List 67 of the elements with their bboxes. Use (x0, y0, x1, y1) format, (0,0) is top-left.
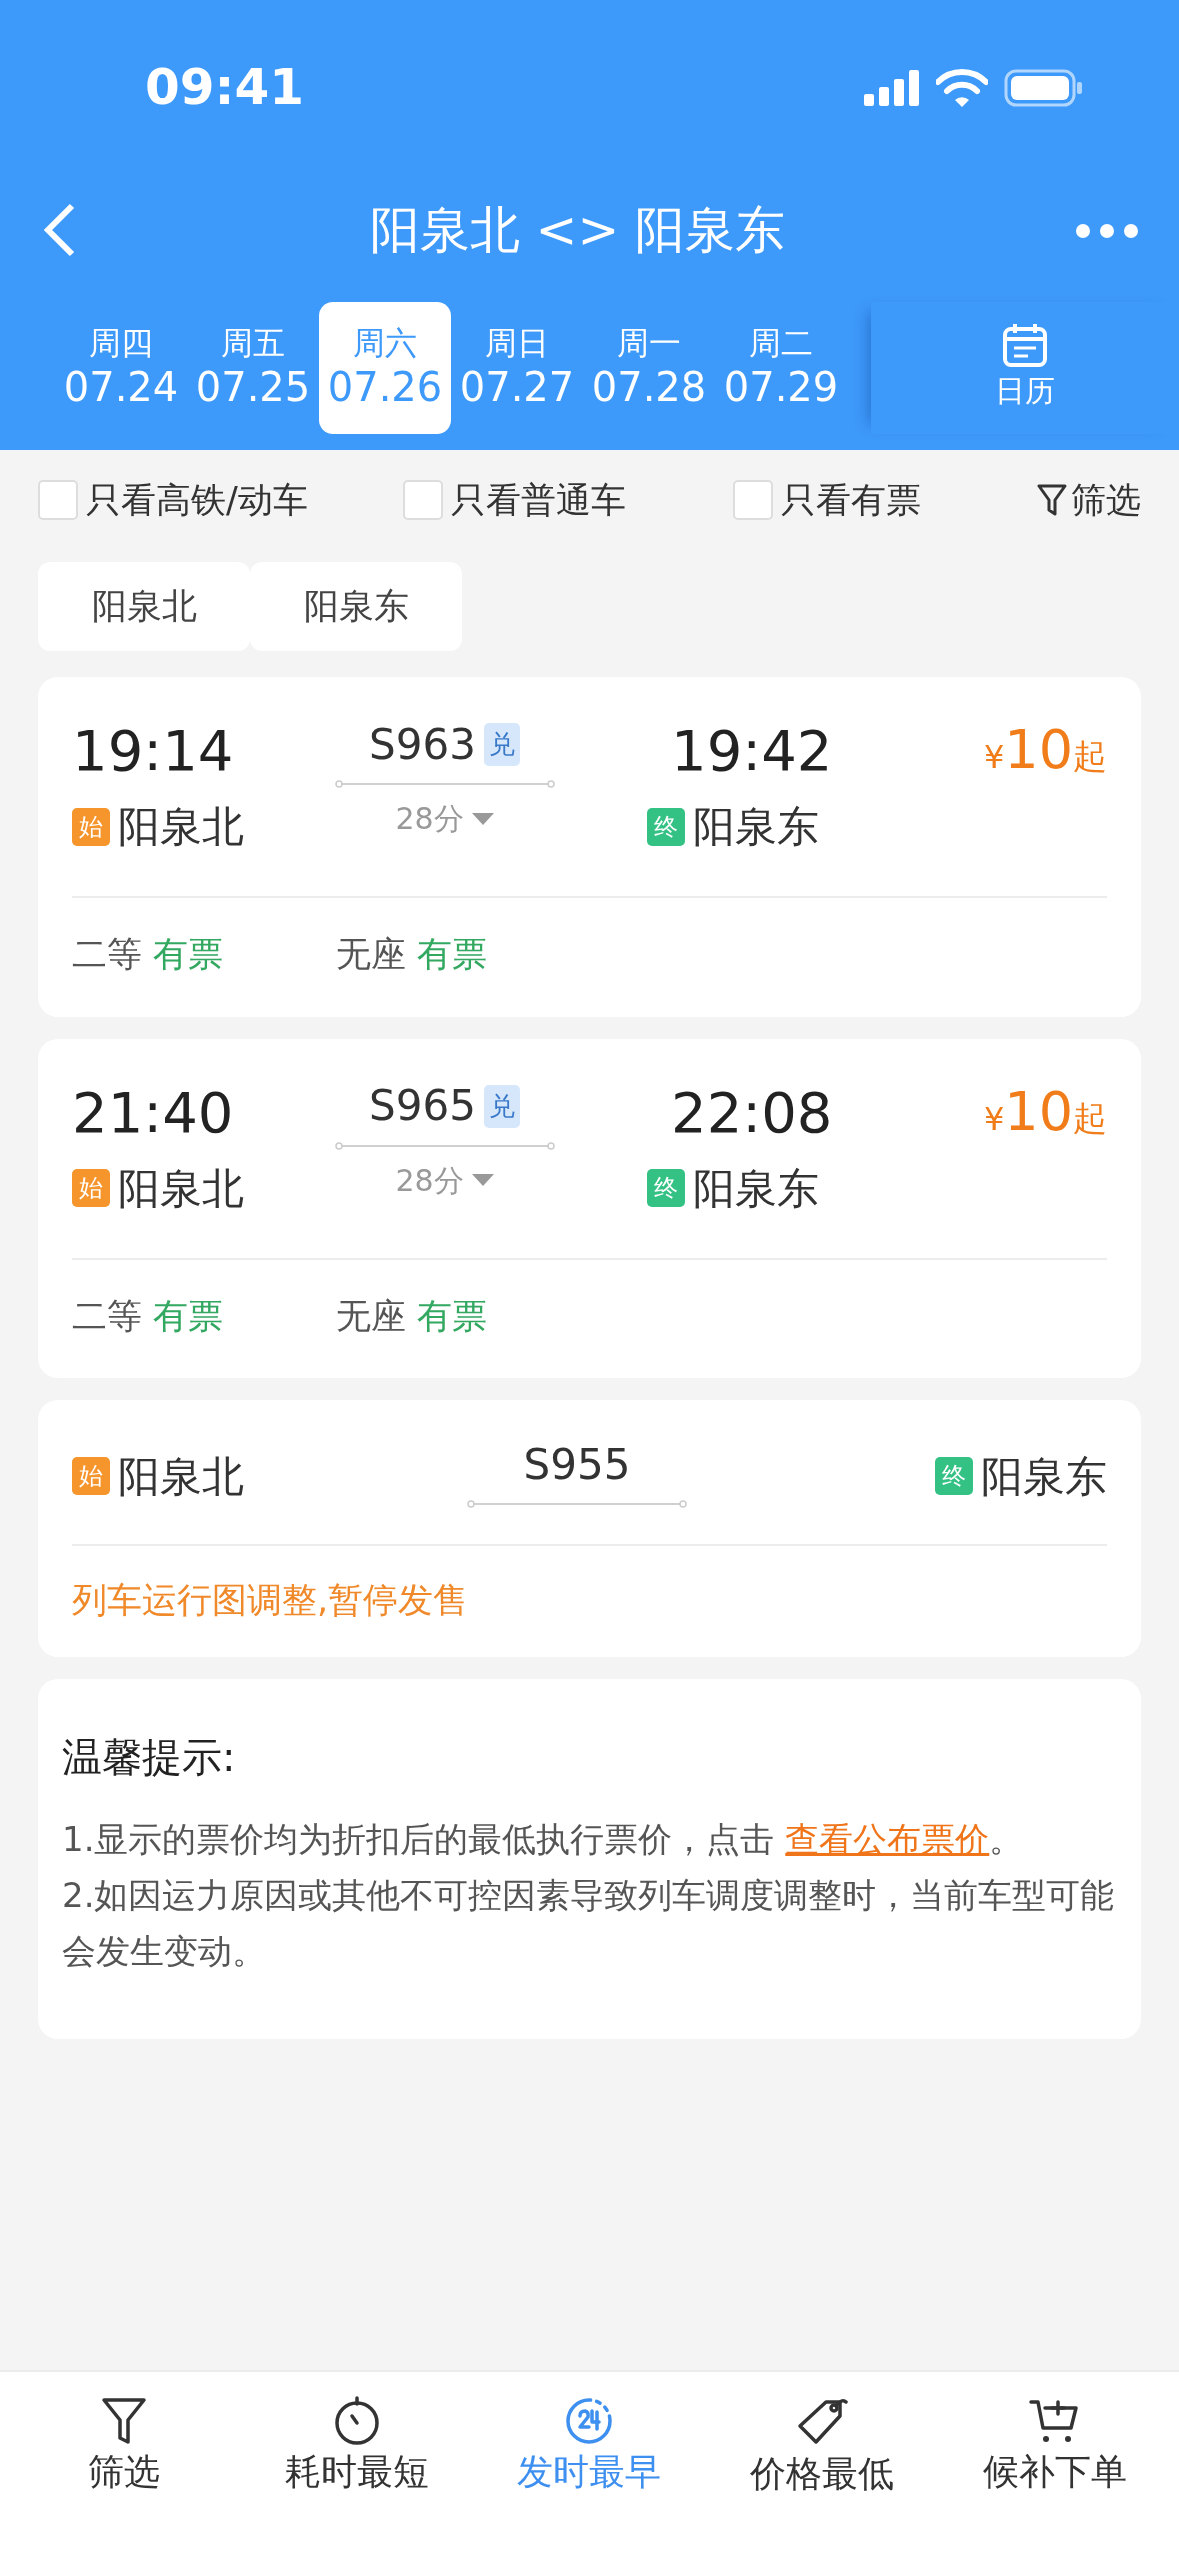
suspension-notice: 列车运行图调整,暂停发售 (72, 1579, 470, 1622)
caret-icon (471, 812, 494, 825)
checkbox[interactable] (403, 480, 443, 520)
duration-toggle[interactable]: 28分 (395, 796, 494, 841)
date-tab[interactable]: 周五 07.25 (187, 301, 319, 434)
train-number: S955 (523, 1444, 631, 1486)
date-tab[interactable]: 周六 07.26 (319, 301, 451, 434)
seat-availability: 二等 有票 (72, 933, 225, 976)
sort-tab[interactable]: 发时最早 (473, 2396, 706, 2494)
calendar-icon (1002, 322, 1048, 368)
filter-label: 只看有票 (781, 478, 921, 522)
station-name: 阳泉北 (118, 801, 244, 853)
price-text: ¥10起 (983, 723, 1107, 783)
funnel-icon (1037, 483, 1067, 517)
seat-availability: 无座 有票 (336, 1294, 488, 1338)
station-name: 阳泉东 (981, 1450, 1107, 1503)
station-badge: 始 (72, 1457, 110, 1495)
checkbox[interactable] (733, 480, 773, 520)
status-time: 09:41 (145, 57, 305, 118)
station-name: 阳泉北 (118, 1450, 244, 1503)
arrival-time: 19:42 (670, 723, 833, 779)
station-name: 阳泉东 (693, 1162, 819, 1215)
date-tab[interactable]: 周一 07.28 (583, 301, 715, 434)
sort-tab[interactable]: 筛选 (8, 2396, 241, 2494)
date-tab[interactable]: 周日 07.27 (451, 301, 583, 434)
caret-icon (471, 1174, 494, 1186)
seat-availability: 无座 有票 (336, 933, 488, 976)
filter-label: 只看高铁/动车 (86, 478, 308, 522)
ticket-badge: 兑 (483, 1084, 520, 1128)
station-badge: 终 (647, 807, 685, 846)
sort-tab[interactable]: 价格最低 (705, 2396, 939, 2496)
sort-tab[interactable]: 候补下单 (938, 2396, 1171, 2494)
train-number: S963 (369, 723, 476, 766)
departure-time: 19:14 (72, 723, 235, 779)
station-chip[interactable]: 阳泉东 (250, 562, 462, 651)
duration-toggle[interactable]: 28分 (395, 1157, 494, 1203)
arrival-time: 22:08 (670, 1084, 833, 1141)
station-badge: 始 (72, 807, 110, 846)
funnel-icon (101, 2396, 148, 2446)
tip-text: 1.显示的票价均为折扣后的最低执行票价，点击 查看公布票价。 (62, 1817, 1025, 1861)
clock-24-icon (564, 2396, 615, 2446)
date-tab[interactable]: 周二 07.29 (715, 301, 847, 434)
filter-button[interactable]: 筛选 (1037, 473, 1141, 527)
tip-text: 2.如因运力原因或其他不可控因素导致列车调度调整时，当前车型可能会发生变动。 (62, 1873, 1116, 1973)
sort-tab[interactable]: 耗时最短 (240, 2396, 474, 2494)
station-badge: 终 (647, 1169, 685, 1207)
seat-availability: 二等 有票 (72, 1294, 225, 1338)
station-badge: 始 (72, 1169, 110, 1207)
station-name: 阳泉东 (693, 801, 819, 853)
battery-icon (1004, 68, 1084, 107)
route-title: 阳泉北 <> 阳泉东 (369, 199, 786, 261)
wifi-icon (936, 68, 988, 107)
tips-title: 温馨提示: (62, 1732, 237, 1782)
price-text: ¥10起 (983, 1084, 1107, 1145)
station-name: 阳泉北 (118, 1162, 244, 1215)
filter-label: 只看普通车 (451, 478, 626, 522)
date-tab[interactable]: 周四 07.24 (55, 301, 187, 434)
station-badge: 终 (935, 1457, 973, 1495)
price-link[interactable]: 查看公布票价 (785, 1818, 990, 1859)
station-chip[interactable]: 阳泉北 (38, 562, 250, 651)
train-number: S965 (369, 1085, 476, 1127)
departure-time: 21:40 (72, 1084, 235, 1141)
checkbox[interactable] (38, 480, 78, 520)
signal-icon (864, 69, 920, 106)
more-icon (1075, 222, 1139, 239)
ticket-badge: 兑 (483, 723, 520, 766)
calendar-button[interactable]: 日历 (995, 322, 1055, 413)
